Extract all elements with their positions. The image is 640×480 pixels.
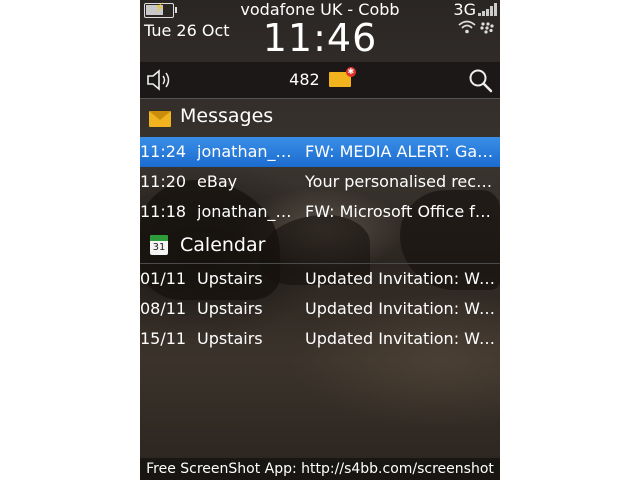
message-row[interactable]: 11:24 jonathan_b... FW: MEDIA ALERT: Gad… — [140, 137, 500, 167]
event-date: 15/11 — [140, 329, 187, 348]
event-subject: Updated Invitation: We... — [305, 299, 497, 318]
clock: 11:46 — [262, 16, 378, 60]
calendar-title: Calendar — [180, 234, 266, 256]
messages-header[interactable]: Messages — [140, 99, 500, 135]
message-sender: jonathan_b... — [197, 142, 297, 161]
calendar-header[interactable]: 31 Calendar — [140, 229, 500, 265]
status-bar: ⚡ vodafone UK - Cobb Tue 26 Oct 11:46 3G — [140, 0, 500, 62]
event-date: 08/11 — [140, 299, 187, 318]
message-sender: eBay — [197, 172, 238, 191]
calendar-row[interactable]: 15/11 Upstairs Updated Invitation: We... — [140, 324, 500, 354]
message-row[interactable]: 11:18 jonathan_b... FW: Microsoft Office… — [140, 197, 500, 227]
event-date: 01/11 — [140, 269, 187, 288]
event-location: Upstairs — [197, 299, 263, 318]
message-time: 11:18 — [140, 202, 187, 221]
event-location: Upstairs — [197, 269, 263, 288]
message-subject: FW: MEDIA ALERT: Gad... — [305, 142, 497, 161]
message-subject: FW: Microsoft Office for... — [305, 202, 497, 221]
signal-strength-icon — [478, 3, 498, 16]
unread-message-indicator[interactable]: 482 ✱ — [140, 67, 500, 89]
message-sender: jonathan_b... — [197, 202, 297, 221]
event-subject: Updated Invitation: We... — [305, 269, 497, 288]
blackberry-logo-icon — [480, 22, 494, 37]
toolbar: 482 ✱ — [140, 62, 500, 99]
event-subject: Updated Invitation: We... — [305, 329, 497, 348]
network-type: 3G — [453, 0, 476, 19]
calendar-icon: 31 — [150, 235, 168, 255]
calendar-row[interactable]: 08/11 Upstairs Updated Invitation: We... — [140, 294, 500, 324]
messages-title: Messages — [180, 105, 274, 127]
envelope-icon — [149, 111, 171, 127]
message-time: 11:24 — [140, 142, 187, 161]
message-row[interactable]: 11:20 eBay Your personalised reco... — [140, 167, 500, 197]
screenshot-watermark: Free ScreenShot App: http://s4bb.com/scr… — [140, 458, 500, 480]
message-time: 11:20 — [140, 172, 187, 191]
calendar-row[interactable]: 01/11 Upstairs Updated Invitation: We... — [140, 264, 500, 294]
unread-count: 482 — [289, 70, 320, 89]
phone-screen: ⚡ vodafone UK - Cobb Tue 26 Oct 11:46 3G — [140, 0, 500, 480]
search-icon[interactable] — [468, 68, 494, 94]
message-subject: Your personalised reco... — [305, 172, 497, 191]
new-mail-envelope-icon: ✱ — [328, 67, 356, 87]
event-location: Upstairs — [197, 329, 263, 348]
wifi-icon — [458, 20, 476, 38]
